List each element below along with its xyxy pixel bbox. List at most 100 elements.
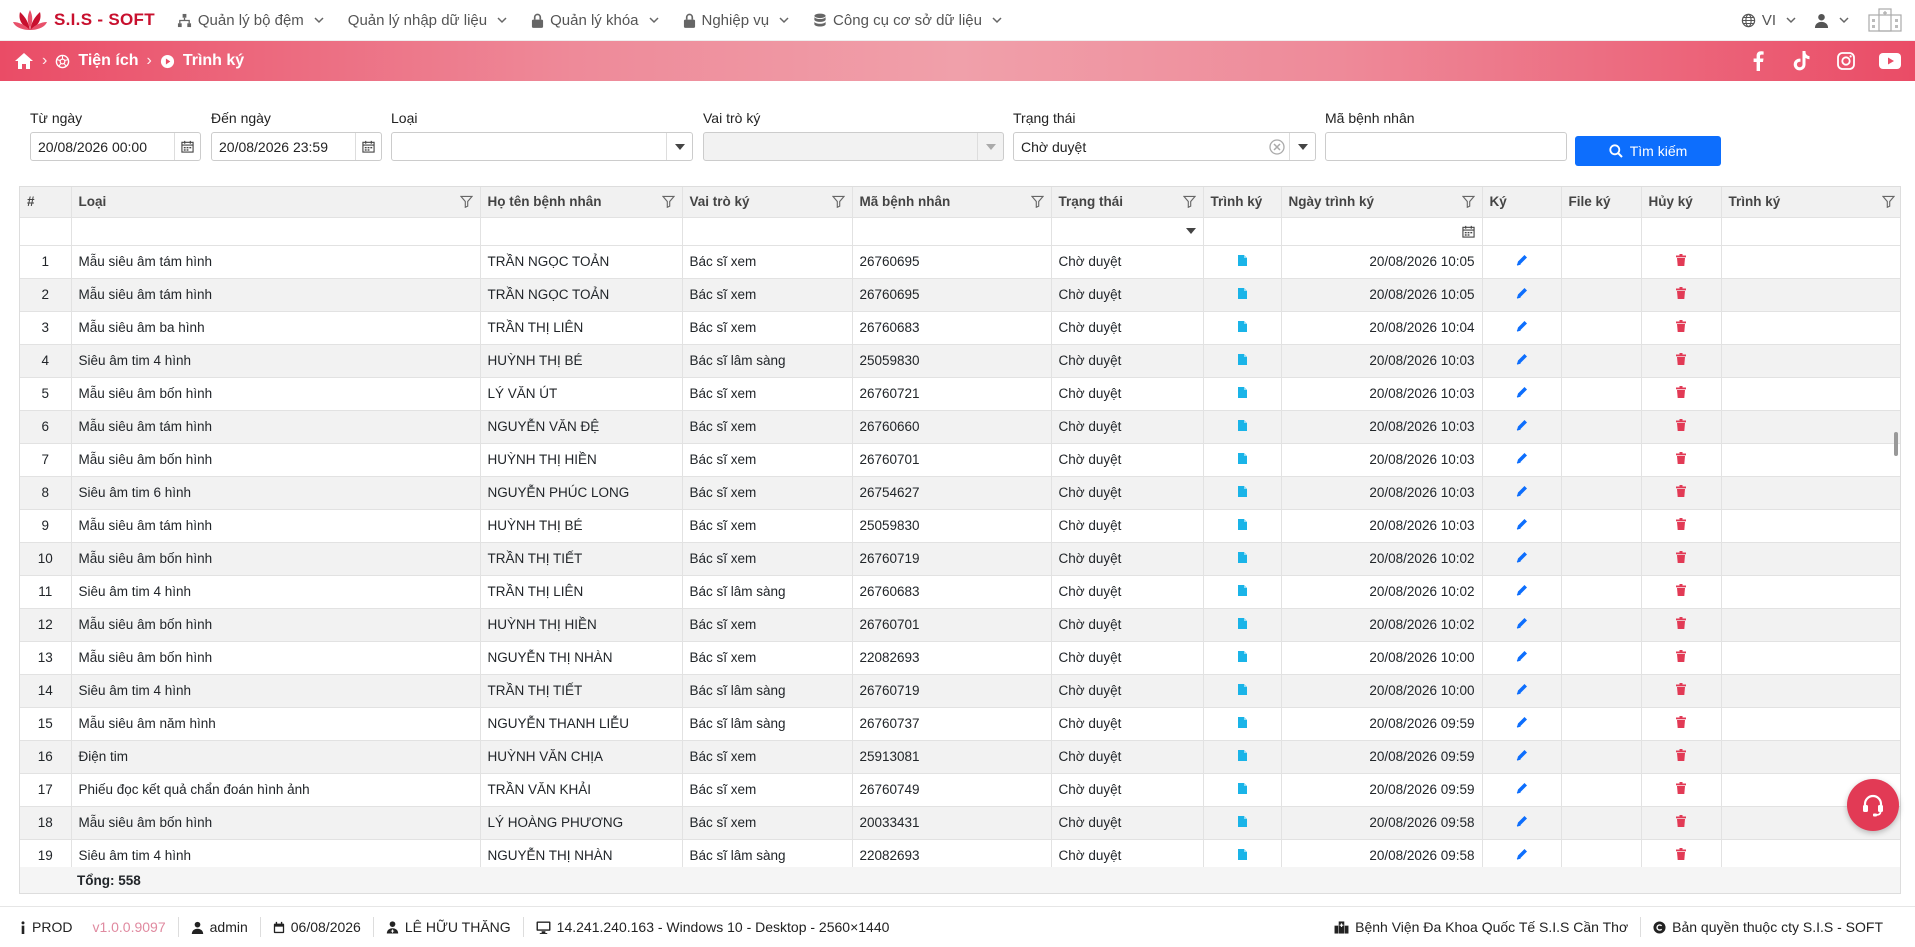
trash-icon[interactable] [1676, 815, 1686, 827]
col-sign[interactable]: Ký [1482, 187, 1562, 218]
youtube-icon[interactable] [1879, 50, 1901, 72]
table-row[interactable]: 7 Mẫu siêu âm bốn hình HUỲNH THỊ HIỀN Bác s… [20, 443, 1900, 477]
trash-icon[interactable] [1676, 386, 1686, 398]
from-date-input[interactable] [31, 133, 174, 160]
pen-icon[interactable] [1516, 584, 1528, 596]
trash-icon[interactable] [1676, 287, 1686, 299]
filter-cell-status[interactable] [1051, 217, 1204, 246]
caret-down-icon[interactable] [1289, 133, 1315, 160]
menu-business[interactable]: Nghiệp vụ [675, 6, 802, 35]
file-icon[interactable] [1237, 684, 1247, 695]
caret-down-icon[interactable] [1185, 228, 1196, 234]
file-icon[interactable] [1237, 552, 1247, 563]
trash-icon[interactable] [1676, 749, 1686, 761]
menu-lock[interactable]: Quản lý khóa [523, 6, 670, 35]
file-icon[interactable] [1237, 321, 1247, 332]
file-icon[interactable] [1237, 519, 1247, 530]
pen-icon[interactable] [1516, 617, 1528, 629]
to-date-input[interactable] [212, 133, 355, 160]
role-select[interactable] [704, 133, 977, 160]
filter-icon[interactable] [661, 195, 675, 209]
table-row[interactable]: 8 Siêu âm tim 6 hình NGUYỄN PHÚC LONG Bác s… [20, 476, 1900, 510]
file-icon[interactable] [1237, 717, 1247, 728]
status-select[interactable] [1014, 133, 1265, 160]
filter-cell-name[interactable] [480, 217, 683, 246]
table-row[interactable]: 14 Siêu âm tim 4 hình TRẦN THỊ TIẾT Bác sĩ … [20, 674, 1900, 708]
home-icon[interactable] [14, 52, 34, 70]
file-icon[interactable] [1237, 354, 1247, 365]
table-row[interactable]: 15 Mẫu siêu âm năm hình NGUYỄN THANH LIỄU B… [20, 707, 1900, 741]
pen-icon[interactable] [1516, 815, 1528, 827]
trash-icon[interactable] [1676, 518, 1686, 530]
pen-icon[interactable] [1516, 848, 1528, 860]
pen-icon[interactable] [1516, 749, 1528, 761]
trash-icon[interactable] [1676, 485, 1686, 497]
file-icon[interactable] [1237, 783, 1247, 794]
caret-down-icon[interactable] [977, 133, 1003, 160]
col-submit[interactable]: Trình ký [1203, 187, 1282, 218]
breadcrumb-utilities[interactable]: Tiện ích [78, 52, 138, 70]
table-row[interactable]: 13 Mẫu siêu âm bốn hình NGUYỄN THỊ NHÀN Bác… [20, 641, 1900, 675]
file-icon[interactable] [1237, 585, 1247, 596]
table-row[interactable]: 17 Phiếu đọc kết quả chẩn đoán hình ảnh TR… [20, 773, 1900, 807]
calendar-icon[interactable] [174, 133, 200, 160]
table-row[interactable]: 5 Mẫu siêu âm bốn hình LÝ VĂN ÚT Bác sĩ xem… [20, 377, 1900, 411]
filter-icon[interactable] [1030, 195, 1044, 209]
pen-icon[interactable] [1516, 254, 1528, 266]
table-row[interactable]: 3 Mẫu siêu âm ba hình TRẦN THỊ LIÊN Bác sĩ … [20, 311, 1900, 345]
table-row[interactable]: 9 Mẫu siêu âm tám hình HUỲNH THỊ BÉ Bác sĩ … [20, 509, 1900, 543]
menu-cache[interactable]: Quản lý bộ đệm [169, 6, 336, 35]
file-icon[interactable] [1237, 750, 1247, 761]
pen-icon[interactable] [1516, 353, 1528, 365]
table-row[interactable]: 1 Mẫu siêu âm tám hình TRẦN NGỌC TOẢN Bác s… [20, 245, 1900, 279]
filter-icon[interactable] [459, 195, 473, 209]
col-patient-name[interactable]: Họ tên bệnh nhân [480, 187, 683, 218]
col-patient-id[interactable]: Mã bệnh nhân [852, 187, 1052, 218]
filter-cell-pid[interactable] [852, 217, 1052, 246]
menu-database-tools[interactable]: Công cụ cơ sở dữ liệu [805, 6, 1014, 35]
col-role[interactable]: Vai trò ký [682, 187, 853, 218]
table-row[interactable]: 11 Siêu âm tim 4 hình TRẦN THỊ LIÊN Bác sĩ … [20, 575, 1900, 609]
trash-icon[interactable] [1676, 650, 1686, 662]
trash-icon[interactable] [1676, 716, 1686, 728]
search-button[interactable]: Tìm kiếm [1575, 136, 1721, 166]
table-row[interactable]: 2 Mẫu siêu âm tám hình TRẦN NGỌC TOẢN Bác s… [20, 278, 1900, 312]
pen-icon[interactable] [1516, 452, 1528, 464]
instagram-icon[interactable] [1835, 50, 1857, 72]
file-icon[interactable] [1237, 288, 1247, 299]
filter-cell-type[interactable] [71, 217, 481, 246]
col-cancel-sign[interactable]: Hủy ký [1641, 187, 1722, 218]
calendar-icon[interactable] [1461, 225, 1475, 238]
trash-icon[interactable] [1676, 782, 1686, 794]
menu-data-entry[interactable]: Quản lý nhập dữ liệu [340, 6, 519, 35]
trash-icon[interactable] [1676, 617, 1686, 629]
table-row[interactable]: 18 Mẫu siêu âm bốn hình LÝ HOÀNG PHƯƠNG Bác… [20, 806, 1900, 840]
trash-icon[interactable] [1676, 584, 1686, 596]
pen-icon[interactable] [1516, 518, 1528, 530]
trash-icon[interactable] [1676, 683, 1686, 695]
table-row[interactable]: 4 Siêu âm tim 4 hình HUỲNH THỊ BÉ Bác sĩ lâ… [20, 344, 1900, 378]
filter-icon[interactable] [1461, 195, 1475, 209]
brand-logo[interactable]: S.I.S - SOFT [12, 8, 155, 32]
user-menu[interactable] [1814, 13, 1849, 28]
pen-icon[interactable] [1516, 485, 1528, 497]
filter-cell-date[interactable] [1281, 217, 1483, 246]
file-icon[interactable] [1237, 453, 1247, 464]
filter-icon[interactable] [831, 195, 845, 209]
trash-icon[interactable] [1676, 320, 1686, 332]
file-icon[interactable] [1237, 387, 1247, 398]
pen-icon[interactable] [1516, 287, 1528, 299]
calendar-icon[interactable] [355, 133, 381, 160]
hospital-logo[interactable] [1867, 7, 1903, 33]
pen-icon[interactable] [1516, 782, 1528, 794]
col-submitter[interactable]: Trình ký [1721, 187, 1900, 218]
file-icon[interactable] [1237, 420, 1247, 431]
support-button[interactable] [1847, 779, 1899, 831]
type-select[interactable] [392, 133, 666, 160]
caret-down-icon[interactable] [666, 133, 692, 160]
pen-icon[interactable] [1516, 386, 1528, 398]
trash-icon[interactable] [1676, 452, 1686, 464]
trash-icon[interactable] [1676, 419, 1686, 431]
table-row[interactable]: 12 Mẫu siêu âm bốn hình HUỲNH THỊ HIỀN Bác … [20, 608, 1900, 642]
clear-icon[interactable] [1265, 138, 1289, 155]
